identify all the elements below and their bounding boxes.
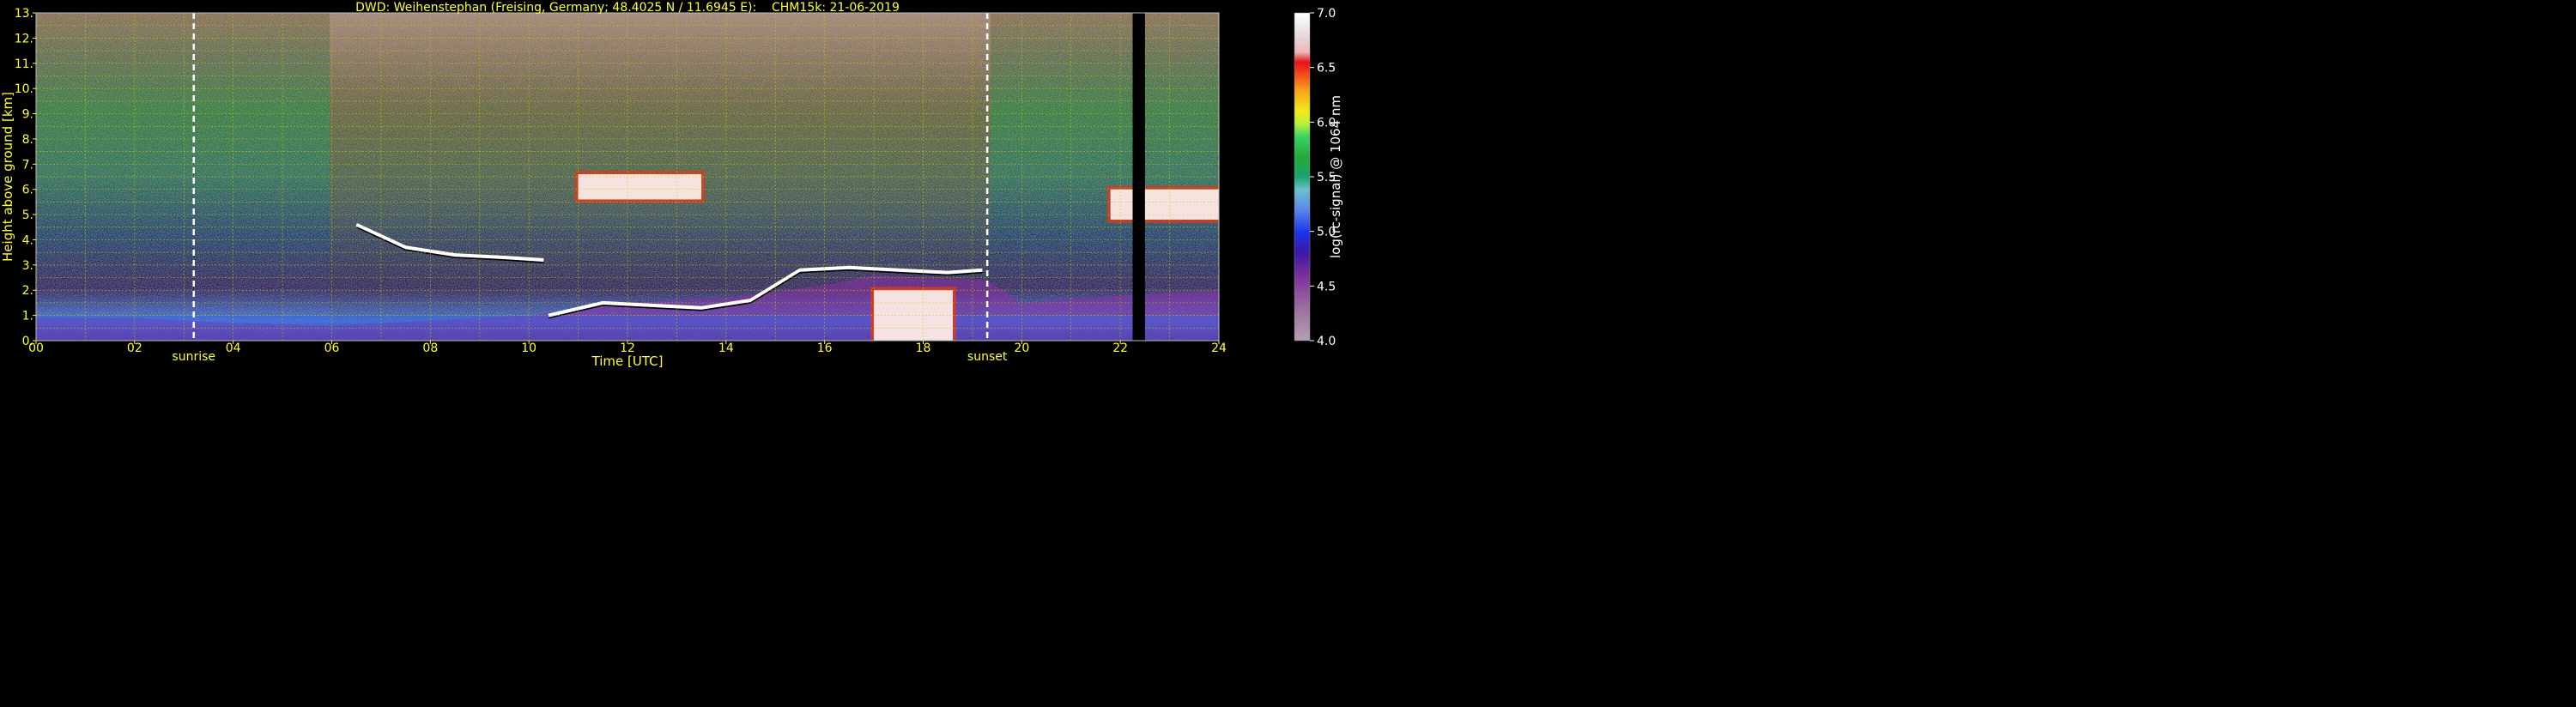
colorbar-label: log(rc-signal) @ 1064 nm bbox=[1328, 95, 1343, 258]
cloud-core-3 bbox=[578, 174, 702, 200]
y-tick-label: 8. bbox=[22, 133, 33, 147]
y-tick-label: 5. bbox=[22, 208, 33, 222]
colorbar-tick-label: 4.0 bbox=[1317, 335, 1336, 348]
x-tick-label: 10 bbox=[521, 341, 536, 355]
x-tick-label: 06 bbox=[324, 341, 340, 355]
colorbar-tick-label: 4.5 bbox=[1317, 280, 1336, 293]
y-axis-label: Height above ground [km] bbox=[0, 92, 15, 262]
x-tick-label: 02 bbox=[127, 341, 142, 355]
y-tick-label: 3. bbox=[22, 259, 33, 273]
y-tick-label: 11. bbox=[15, 57, 33, 71]
chart-title: DWD: Weihenstephan (Freising, Germany; 4… bbox=[355, 1, 900, 15]
colorbar bbox=[1294, 12, 1311, 341]
x-tick-label: 16 bbox=[817, 341, 833, 355]
y-tick-label: 9. bbox=[22, 108, 33, 122]
y-tick-label: 13. bbox=[15, 7, 33, 21]
x-tick-label: 04 bbox=[226, 341, 241, 355]
y-tick-label: 2. bbox=[22, 284, 33, 298]
y-tick-label: 1. bbox=[22, 310, 33, 323]
x-tick-label: 14 bbox=[718, 341, 734, 355]
y-tick-label: 0. bbox=[22, 335, 33, 348]
y-tick-label: 7. bbox=[22, 158, 33, 172]
x-tick-label: 20 bbox=[1014, 341, 1029, 355]
x-axis-label: Time [UTC] bbox=[591, 354, 664, 369]
data-gap bbox=[1132, 13, 1145, 341]
colorbar-tick-label: 7.0 bbox=[1317, 7, 1336, 21]
y-tick-labels: 0. 1. 2. 3. 4. 5. 6. 7. 8. 9. 10. 11. 12. 13. bbox=[15, 7, 36, 348]
colorbar-tick-label: 6.5 bbox=[1317, 62, 1336, 76]
y-tick-label: 10. bbox=[15, 82, 33, 96]
data-gap-group bbox=[1132, 13, 1145, 341]
cloud-core-4 bbox=[1110, 189, 1219, 220]
plot-area bbox=[36, 13, 1219, 341]
x-tick-label: 08 bbox=[422, 341, 438, 355]
y-tick-label: 6. bbox=[22, 184, 33, 197]
x-tick-label: 18 bbox=[916, 341, 931, 355]
x-tick-label: 24 bbox=[1211, 341, 1227, 355]
y-tick-label: 12. bbox=[15, 32, 33, 45]
ceilometer-chart: sunrise sunset 00 02 04 06 08 10 12 14 16 18 20 22 24… bbox=[0, 1, 1343, 369]
x-tick-label: 22 bbox=[1112, 341, 1128, 355]
marker-label-sunrise: sunrise bbox=[172, 350, 215, 364]
y-tick-label: 4. bbox=[22, 233, 33, 247]
marker-label-sunset: sunset bbox=[967, 350, 1008, 364]
